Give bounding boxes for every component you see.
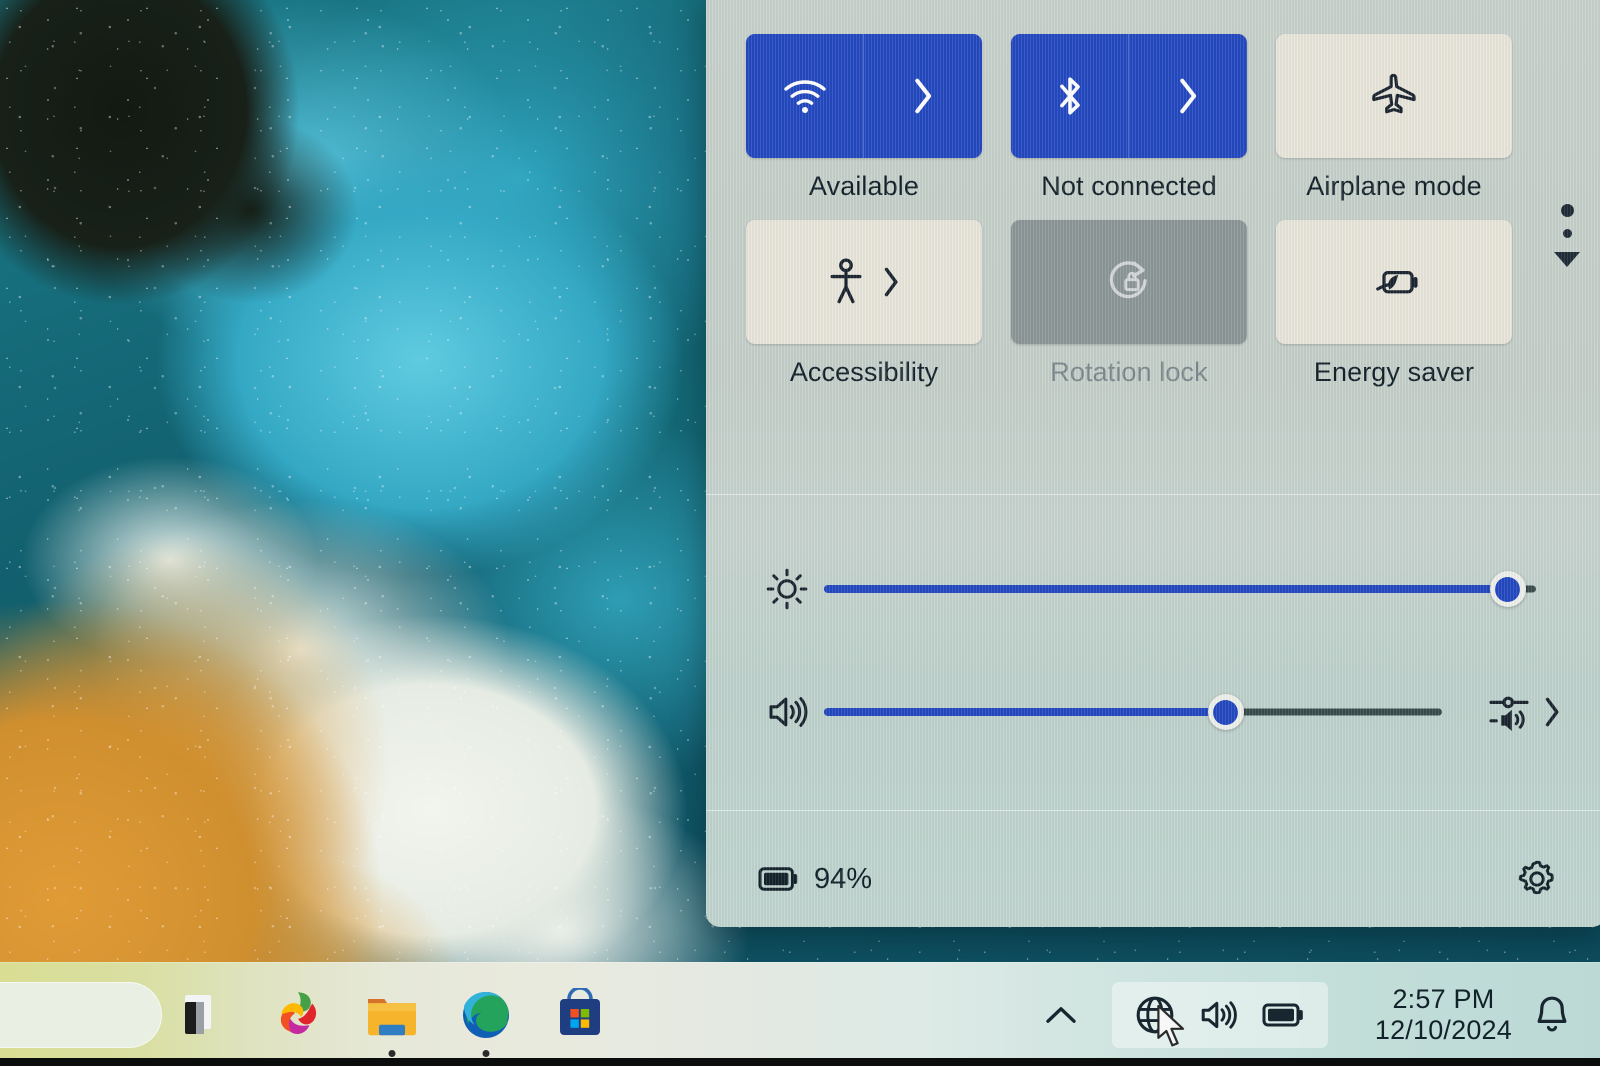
accessibility-icon [827,257,865,307]
quick-settings-pager[interactable] [1550,204,1584,267]
quick-tile-airplane[interactable]: Airplane mode [1276,34,1512,202]
quick-tile-bluetooth-button[interactable] [1011,34,1247,158]
chevron-right-icon [910,75,936,117]
panel-divider-sliders [706,494,1600,495]
desktop-screen: Available Not connected Airplane mode Ac… [0,0,1600,1066]
volume-slider-row[interactable] [750,682,1562,742]
clock-time: 2:57 PM [1392,984,1495,1015]
energy-saver-icon [1367,262,1421,302]
taskbar-app-file-explorer[interactable] [363,986,421,1057]
rotation-lock-icon [1103,256,1155,308]
quick-tile-wifi[interactable]: Available [746,34,982,202]
quick-tile-airplane-button[interactable] [1276,34,1512,158]
brightness-slider[interactable] [824,569,1536,609]
quick-tile-energy-saver-label: Energy saver [1313,357,1475,387]
battery-status-group[interactable]: 94% [758,863,872,896]
volume-thumb[interactable] [1207,694,1244,730]
quick-tile-airplane-label: Airplane mode [1306,171,1482,201]
audio-output-picker-icon[interactable] [1487,690,1533,734]
taskbar-app-microsoft-edge[interactable] [457,986,515,1057]
brightness-icon [750,567,824,611]
system-tray [1032,981,1328,1048]
brightness-fill [824,585,1508,593]
quick-tile-bluetooth[interactable]: Not connected [1011,34,1247,202]
quick-tile-bluetooth-label: Not connected [1041,171,1217,201]
quick-tile-accessibility-button[interactable] [746,220,982,344]
volume-icon [750,692,824,732]
battery-icon [758,866,800,892]
volume-slider-tail[interactable] [1456,690,1562,734]
tray-quick-settings-button[interactable] [1112,981,1328,1048]
quick-tile-rotation-lock-button [1011,220,1247,344]
chevron-down-icon[interactable] [1554,252,1580,267]
taskbar-running-indicator [388,1049,396,1057]
bell-icon[interactable] [1528,991,1576,1039]
quick-tile-wifi-button[interactable] [746,34,982,158]
battery-percent-label: 94% [814,862,873,895]
pager-dot-2[interactable] [1562,229,1572,238]
quick-tile-rotation-lock-label: Rotation lock [1050,357,1208,387]
wifi-icon [780,76,830,116]
volume-icon[interactable] [1198,997,1240,1033]
clock-date: 12/10/2024 [1374,1014,1512,1045]
wifi-expand-half[interactable] [864,34,982,158]
search-input[interactable] [0,982,162,1048]
quick-tile-rotation-lock: Rotation lock [1011,220,1247,388]
brightness-slider-row[interactable] [750,559,1562,619]
taskbar-running-indicator [482,1049,490,1057]
volume-slider[interactable] [824,692,1442,732]
quick-settings-tiles-grid: Available Not connected Airplane mode Ac… [746,34,1514,388]
bluetooth-toggle-half[interactable] [1011,34,1129,158]
accessibility-inline-group [827,257,901,307]
chevron-right-icon [1175,75,1201,117]
network-globe-icon[interactable] [1134,994,1176,1036]
quick-tile-accessibility[interactable]: Accessibility [746,220,982,388]
quick-settings-panel: Available Not connected Airplane mode Ac… [706,0,1600,927]
quick-tile-energy-saver[interactable]: Energy saver [1276,220,1512,388]
panel-divider-footer [706,810,1600,811]
pager-dot-active[interactable] [1560,204,1574,217]
bluetooth-icon [1053,72,1087,120]
taskbar-clock[interactable]: 2:57 PM 12/10/2024 [1375,984,1512,1044]
quick-tile-energy-saver-button[interactable] [1276,220,1512,344]
brightness-thumb[interactable] [1489,571,1526,607]
chevron-right-icon[interactable] [1542,694,1562,730]
taskbar-app-microsoft-365[interactable] [269,986,327,1044]
quick-settings-footer: 94% [706,831,1600,927]
taskbar-pinned-apps [175,986,609,1057]
wifi-toggle-half[interactable] [746,34,864,158]
bluetooth-expand-half[interactable] [1129,34,1247,158]
quick-tile-accessibility-label: Accessibility [789,357,939,387]
chevron-up-icon[interactable] [1032,983,1090,1047]
chevron-right-icon[interactable] [881,264,901,300]
volume-fill [824,708,1226,716]
battery-icon[interactable] [1262,1002,1306,1028]
taskbar-app-taskview[interactable] [175,986,233,1044]
airplane-icon [1368,72,1420,120]
taskbar: 2:57 PM 12/10/2024 [0,962,1600,1066]
quick-tile-wifi-label: Available [809,171,919,201]
taskbar-app-microsoft-store[interactable] [551,986,609,1044]
gear-icon[interactable] [1514,856,1560,902]
